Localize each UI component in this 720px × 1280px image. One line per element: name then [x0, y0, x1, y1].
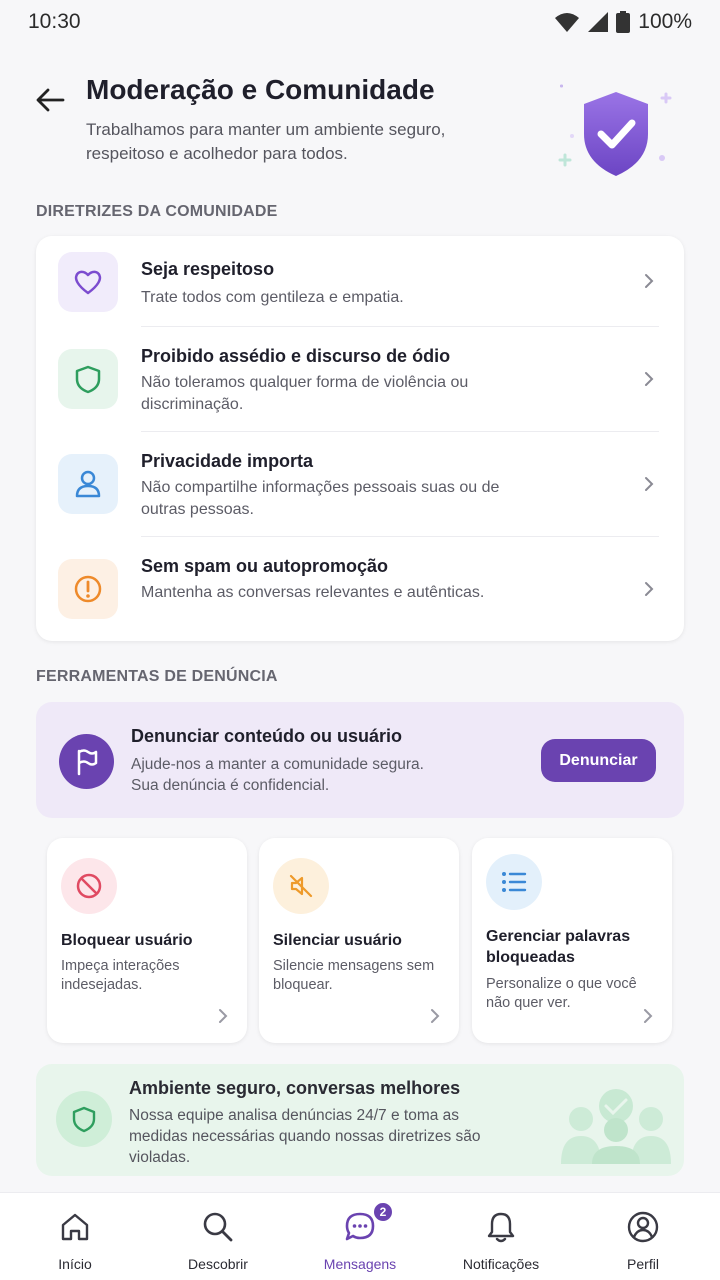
tool-card-mute[interactable]: Silenciar usuário Silencie mensagens sem…: [259, 838, 459, 1043]
guideline-desc: Não toleramos qualquer forma de violênci…: [141, 374, 469, 413]
community-illustration-icon: [561, 1089, 671, 1164]
report-title: Denunciar conteúdo ou usuário: [131, 726, 403, 746]
flag-icon: [59, 734, 114, 789]
nav-item-profile[interactable]: Perfil: [583, 1193, 703, 1280]
heart-icon: [58, 252, 118, 312]
mute-icon: [273, 858, 329, 914]
block-icon: [61, 858, 117, 914]
chevron-right-icon: [645, 274, 654, 288]
home-icon: [57, 1209, 93, 1245]
guideline-item-spam[interactable]: Sem spam ou autopromoção Mantenha as con…: [36, 537, 684, 641]
guideline-item-privacy[interactable]: Privacidade importa Não compartilhe info…: [36, 432, 684, 536]
nav-label: Descobrir: [188, 1256, 248, 1272]
battery-icon: [616, 11, 631, 33]
guideline-title: Sem spam ou autopromoção: [141, 556, 389, 576]
shield-icon: [56, 1091, 112, 1147]
bell-icon: [483, 1209, 519, 1245]
tool-desc: Impeça interações indesejadas.: [61, 958, 180, 993]
tool-title: Silenciar usuário: [273, 932, 402, 949]
nav-item-notifications[interactable]: Notificações: [441, 1193, 561, 1280]
shield-icon: [58, 349, 118, 409]
chevron-right-icon: [644, 1009, 653, 1023]
guideline-title: Privacidade importa: [141, 451, 314, 471]
nav-label: Notificações: [462, 1256, 540, 1272]
bottom-nav: Início Descobrir 2 Mensagens Notificaçõe…: [0, 1192, 720, 1280]
guideline-desc: Trate todos com gentileza e empatia.: [141, 289, 404, 306]
arrow-left-icon: [36, 88, 65, 112]
guideline-item-harassment[interactable]: Proibido assédio e discurso de ódio Não …: [36, 327, 684, 431]
page-subtitle: Trabalhamos para manter um ambiente segu…: [86, 120, 446, 163]
search-icon: [200, 1209, 236, 1245]
nav-label: Mensagens: [323, 1256, 397, 1272]
guideline-desc: Mantenha as conversas relevantes e autên…: [141, 584, 485, 601]
report-desc: Ajude-nos a manter a comunidade segura. …: [131, 756, 424, 794]
list-icon: [486, 854, 542, 910]
page-header: Moderação e Comunidade Trabalhamos para …: [0, 62, 720, 192]
wifi-icon: [555, 13, 580, 32]
alert-icon: [58, 559, 118, 619]
safe-title: Ambiente seguro, conversas melhores: [129, 1078, 461, 1098]
notification-badge: 2: [372, 1201, 394, 1223]
status-icons: 100%: [554, 10, 692, 34]
guideline-title: Proibido assédio e discurso de ódio: [141, 346, 451, 366]
page-title: Moderação e Comunidade: [86, 74, 435, 105]
chevron-right-icon: [645, 582, 654, 596]
status-time: 10:30: [28, 10, 81, 33]
nav-item-messages[interactable]: 2 Mensagens: [300, 1193, 420, 1280]
profile-icon: [625, 1209, 661, 1245]
tool-desc: Silencie mensagens sem bloquear.: [273, 958, 435, 993]
guideline-desc: Não compartilhe informações pessoais sua…: [141, 479, 500, 518]
back-button[interactable]: [30, 80, 70, 120]
chevron-right-icon: [645, 477, 654, 491]
guidelines-card: Seja respeitoso Trate todos com gentilez…: [36, 236, 684, 641]
nav-item-home[interactable]: Início: [15, 1193, 135, 1280]
chevron-right-icon: [645, 372, 654, 386]
report-button[interactable]: Denunciar: [541, 739, 656, 782]
guideline-item-respect[interactable]: Seja respeitoso Trate todos com gentilez…: [36, 236, 684, 326]
status-bar: 10:30 100%: [0, 0, 720, 44]
tool-desc: Personalize o que você não quer ver.: [486, 976, 637, 1011]
safe-desc: Nossa equipe analisa denúncias 24/7 e to…: [129, 1107, 481, 1166]
guidelines-section-label: DIRETRIZES DA COMUNIDADE: [36, 203, 278, 220]
nav-label: Perfil: [627, 1256, 659, 1272]
tool-title: Gerenciar palavras bloqueadas: [486, 928, 631, 966]
safe-environment-banner: Ambiente seguro, conversas melhores Noss…: [36, 1064, 684, 1176]
nav-label: Início: [58, 1256, 92, 1272]
guideline-title: Seja respeitoso: [141, 259, 275, 279]
chevron-right-icon: [431, 1009, 440, 1023]
tool-card-block[interactable]: Bloquear usuário Impeça interações indes…: [47, 838, 247, 1043]
tools-section-label: FERRAMENTAS DE DENÚNCIA: [36, 668, 278, 685]
chevron-right-icon: [219, 1009, 228, 1023]
battery-level: 100%: [638, 10, 692, 33]
user-icon: [58, 454, 118, 514]
signal-icon: [588, 12, 609, 32]
report-card: Denunciar conteúdo ou usuário Ajude-nos …: [36, 702, 684, 818]
tool-title: Bloquear usuário: [61, 932, 193, 949]
tool-card-blocked-words[interactable]: Gerenciar palavras bloqueadas Personaliz…: [472, 838, 672, 1043]
nav-item-discover[interactable]: Descobrir: [158, 1193, 278, 1280]
shield-check-icon: [558, 84, 672, 176]
